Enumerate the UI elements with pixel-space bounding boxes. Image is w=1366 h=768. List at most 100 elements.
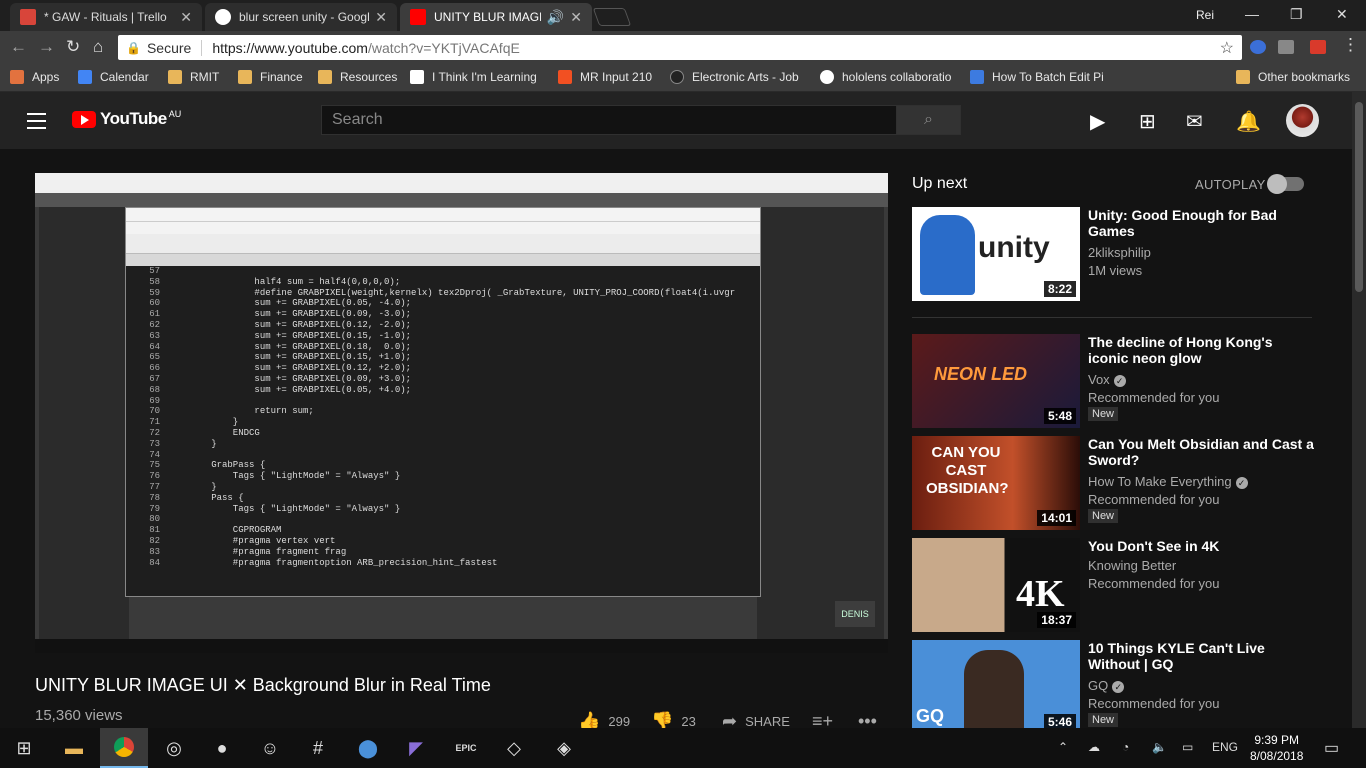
video-thumbnail[interactable]: CAN YOU CAST OBSIDIAN? 14:01 bbox=[912, 436, 1080, 530]
battery-icon[interactable]: ▭ bbox=[1182, 740, 1193, 754]
messages-icon[interactable]: ✉ bbox=[1186, 109, 1203, 134]
line-number: 71 bbox=[149, 417, 160, 428]
suggested-video[interactable]: 4K 18:37 You Don't See in 4K Knowing Bet… bbox=[912, 538, 1322, 632]
close-icon[interactable]: ✕ bbox=[180, 9, 192, 26]
wifi-icon[interactable]: ◔ bbox=[1122, 740, 1129, 754]
windows-start-icon[interactable]: ⊞ bbox=[0, 728, 48, 768]
code-line: 61 sum += GRABPIXEL(0.09, -3.0); bbox=[126, 309, 760, 320]
line-number: 64 bbox=[149, 341, 160, 352]
suggested-video[interactable]: unity 8:22 Unity: Good Enough for Bad Ga… bbox=[912, 207, 1322, 301]
url-path: /watch?v=YKTjVACAfqE bbox=[367, 39, 520, 56]
notifications-icon[interactable]: ▭ bbox=[1324, 738, 1339, 758]
unity-hub-icon[interactable]: ◈ bbox=[540, 728, 588, 768]
video-thumbnail[interactable]: unity 8:22 bbox=[912, 207, 1080, 301]
suggested-video[interactable]: CAN YOU CAST OBSIDIAN? 14:01 Can You Mel… bbox=[912, 436, 1322, 530]
code-line: 78 Pass { bbox=[126, 493, 760, 504]
profile-name[interactable]: Rei bbox=[1196, 8, 1214, 22]
reload-icon[interactable]: ↻ bbox=[66, 37, 80, 57]
bookmark-label: hololens collaboratio bbox=[842, 70, 952, 84]
clock[interactable]: 9:39 PM 8/08/2018 bbox=[1250, 732, 1303, 764]
groove-music-icon[interactable]: ◎ bbox=[150, 728, 198, 768]
search-button[interactable]: ⌕ bbox=[896, 105, 961, 135]
close-icon[interactable]: ✕ bbox=[570, 9, 582, 26]
autoplay-toggle[interactable] bbox=[1267, 174, 1304, 194]
bookmark-calendar[interactable]: Calendar bbox=[78, 70, 149, 84]
line-number: 78 bbox=[149, 492, 160, 503]
channel-name[interactable]: Knowing Better bbox=[1088, 558, 1176, 573]
maps-pin-icon[interactable]: ⬤ bbox=[344, 728, 392, 768]
extension-icon[interactable] bbox=[1310, 40, 1326, 54]
visual-studio-icon[interactable]: ◤ bbox=[392, 728, 440, 768]
discord-icon[interactable]: ☺ bbox=[246, 728, 294, 768]
address-bar[interactable]: 🔒 Secure https://www.youtube.com/watch?v… bbox=[118, 35, 1242, 60]
spotify-icon[interactable]: ● bbox=[198, 728, 246, 768]
code-text: half4 sum = half4(0,0,0,0); bbox=[168, 276, 401, 287]
new-tab-button[interactable] bbox=[592, 8, 632, 26]
lock-icon[interactable]: 🔒 bbox=[126, 41, 141, 55]
back-icon[interactable]: ← bbox=[10, 37, 27, 57]
bookmark-batch-edit[interactable]: How To Batch Edit Pi bbox=[970, 70, 1104, 84]
video-player[interactable]: 57 58 half4 sum = half4(0,0,0,0); 59 #defi… bbox=[35, 173, 888, 653]
forward-icon[interactable]: → bbox=[38, 37, 55, 57]
close-window-icon[interactable]: ✕ bbox=[1336, 6, 1348, 23]
suggested-video[interactable]: GQ 5:46 10 Things KYLE Can't Live Withou… bbox=[912, 640, 1322, 734]
apps-grid-icon[interactable]: ⊞ bbox=[1139, 109, 1156, 134]
video-title[interactable]: You Don't See in 4K bbox=[1088, 538, 1314, 554]
bookmark-rmit[interactable]: RMIT bbox=[168, 70, 219, 84]
video-title[interactable]: Unity: Good Enough for Bad Games bbox=[1088, 207, 1314, 239]
browser-tab-trello[interactable]: * GAW - Rituals | Trello ✕ bbox=[10, 3, 202, 31]
video-thumbnail[interactable]: GQ 5:46 bbox=[912, 640, 1080, 734]
menu-kebab-icon[interactable]: ⋮ bbox=[1342, 35, 1359, 55]
bookmark-apps[interactable]: Apps bbox=[10, 70, 59, 84]
video-title[interactable]: 10 Things KYLE Can't Live Without | GQ bbox=[1088, 640, 1314, 672]
notifications-bell-icon[interactable]: 🔔 bbox=[1236, 109, 1261, 134]
youtube-logo[interactable]: YouTube AU bbox=[72, 109, 181, 129]
epic-games-icon[interactable]: EPIC bbox=[442, 728, 490, 768]
chevron-up-icon[interactable]: ⌃ bbox=[1058, 740, 1068, 754]
bookmark-ea[interactable]: Electronic Arts - Job bbox=[670, 70, 799, 84]
bookmark-label: Calendar bbox=[100, 70, 149, 84]
unity-icon[interactable]: ◇ bbox=[490, 728, 538, 768]
video-meta: Recommended for you bbox=[1088, 390, 1220, 405]
chrome-icon[interactable] bbox=[100, 728, 148, 768]
channel-name[interactable]: How To Make Everything ✓ bbox=[1088, 474, 1248, 489]
scrollbar-thumb[interactable] bbox=[1355, 102, 1363, 292]
mail-icon[interactable] bbox=[1278, 40, 1294, 54]
language-indicator[interactable]: ENG bbox=[1212, 740, 1238, 754]
code-text: sum += GRABPIXEL(0.15, +1.0); bbox=[168, 352, 412, 363]
cloud-upload-icon[interactable]: ☁ bbox=[1088, 740, 1100, 754]
guide-menu-icon[interactable] bbox=[27, 113, 46, 134]
video-thumbnail[interactable]: 4K 18:37 bbox=[912, 538, 1080, 632]
browser-tab-youtube[interactable]: UNITY BLUR IMAGE U 🔊 ✕ bbox=[400, 3, 592, 31]
create-video-icon[interactable]: ▶ bbox=[1090, 109, 1105, 134]
bookmark-other[interactable]: Other bookmarks bbox=[1236, 70, 1350, 84]
code-text: sum += GRABPIXEL(0.12, -2.0); bbox=[168, 319, 412, 330]
avatar[interactable] bbox=[1286, 104, 1319, 137]
channel-name[interactable]: GQ ✓ bbox=[1088, 678, 1125, 693]
bookmark-i-think[interactable]: I Think I'm Learning bbox=[410, 70, 537, 84]
bookmark-mr-input[interactable]: MR Input 210 bbox=[558, 70, 652, 84]
search-input[interactable]: Search bbox=[321, 105, 897, 135]
restore-icon[interactable]: ❐ bbox=[1290, 6, 1303, 23]
home-icon[interactable]: ⌂ bbox=[93, 37, 103, 57]
bookmark-finance[interactable]: Finance bbox=[238, 70, 303, 84]
page-scrollbar[interactable] bbox=[1352, 92, 1366, 728]
minimize-icon[interactable]: — bbox=[1245, 6, 1259, 22]
close-icon[interactable]: ✕ bbox=[375, 9, 387, 26]
video-title[interactable]: The decline of Hong Kong's iconic neon g… bbox=[1088, 334, 1314, 366]
video-thumbnail[interactable]: NEON LED 5:48 bbox=[912, 334, 1080, 428]
channel-name[interactable]: Vox ✓ bbox=[1088, 372, 1126, 387]
extension-icon[interactable] bbox=[1250, 40, 1266, 54]
channel-name[interactable]: 2kliksphilip bbox=[1088, 245, 1151, 260]
file-explorer-icon[interactable]: ▬ bbox=[50, 728, 98, 768]
line-number: 65 bbox=[149, 352, 160, 363]
bookmark-resources[interactable]: Resources bbox=[318, 70, 397, 84]
video-title[interactable]: Can You Melt Obsidian and Cast a Sword? bbox=[1088, 436, 1314, 468]
slack-icon[interactable]: # bbox=[294, 728, 342, 768]
browser-tab-google[interactable]: blur screen unity - Googl ✕ bbox=[205, 3, 397, 31]
bookmark-star-icon[interactable]: ☆ bbox=[1220, 38, 1234, 58]
bookmark-hololens[interactable]: hololens collaboratio bbox=[820, 70, 951, 84]
suggested-video[interactable]: NEON LED 5:48 The decline of Hong Kong's… bbox=[912, 334, 1322, 428]
folder-icon bbox=[1236, 70, 1250, 84]
volume-icon[interactable]: 🔈 bbox=[1152, 740, 1167, 754]
